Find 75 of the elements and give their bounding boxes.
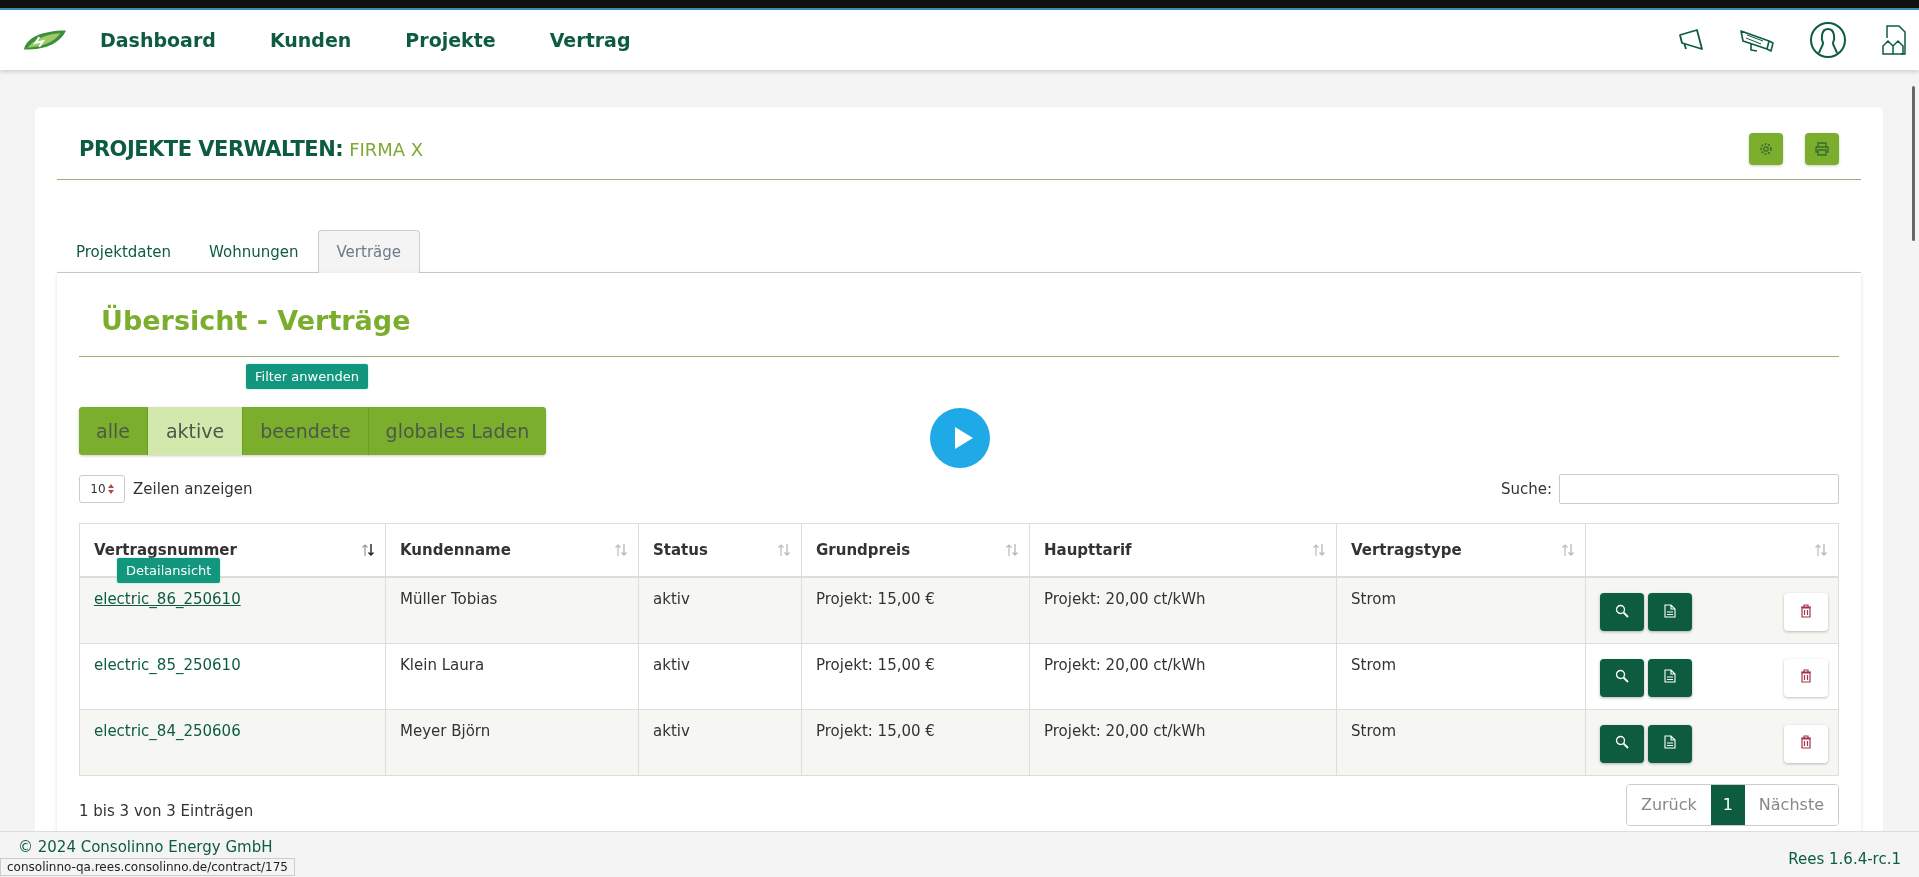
contract-link[interactable]: electric_85_250610	[94, 655, 241, 674]
nav-link[interactable]: Dashboard	[100, 29, 216, 51]
search-icon	[1615, 603, 1629, 618]
tooltip: Filter anwenden	[246, 364, 368, 389]
delete-button[interactable]	[1784, 724, 1828, 763]
page-title: PROJEKTE VERWALTEN:	[79, 137, 344, 161]
table-cell: Meyer Björn	[400, 721, 491, 740]
copyright-text: © 2024 Consolinno Energy GmbH	[18, 838, 273, 856]
print-button[interactable]	[1805, 133, 1839, 165]
table-info: 1 bis 3 von 3 Einträgen	[79, 800, 254, 820]
column-header[interactable]: Kundenname	[400, 541, 511, 559]
table-cell: Projekt: 20,00 ct/kWh	[1044, 590, 1206, 608]
contract-link[interactable]: electric_86_250610	[94, 590, 241, 608]
table-cell: Müller Tobias	[400, 590, 498, 608]
leaf-logo-icon[interactable]	[22, 28, 68, 52]
table-cell: Projekt: 15,00 €	[816, 590, 935, 608]
table-cell: Klein Laura	[400, 655, 485, 674]
trash-icon	[1800, 735, 1812, 749]
document-icon	[1664, 735, 1676, 749]
table-cell: aktiv	[653, 590, 690, 608]
document-icon	[1664, 603, 1676, 618]
trash-icon	[1800, 603, 1812, 618]
page-subtitle: FIRMA X	[349, 139, 424, 160]
table-cell: Strom	[1351, 590, 1397, 608]
tab[interactable]: Projektdaten	[57, 230, 191, 272]
document-button[interactable]	[1648, 593, 1692, 631]
filter-button[interactable]: aktive	[147, 407, 244, 455]
contract-link[interactable]: electric_84_250606	[94, 721, 241, 740]
view-button[interactable]	[1600, 658, 1644, 697]
table-cell: Projekt: 15,00 €	[816, 655, 935, 674]
search-icon	[1615, 669, 1629, 683]
nav-link[interactable]: Projekte	[405, 29, 496, 51]
section-title: Übersicht - Verträge	[79, 273, 1839, 357]
nav-link[interactable]: Kunden	[269, 29, 352, 51]
search-label: Suche:	[1500, 480, 1552, 498]
sort-icon[interactable]	[361, 543, 375, 557]
printer-icon	[1815, 142, 1829, 156]
view-button[interactable]	[1600, 593, 1644, 631]
view-button[interactable]	[1600, 724, 1644, 763]
user-icon[interactable]	[1809, 21, 1847, 59]
column-header[interactable]: Vertragsnummer	[94, 541, 237, 559]
play-button[interactable]	[930, 408, 990, 468]
document-button[interactable]	[1648, 658, 1692, 697]
column-header[interactable]: Status	[653, 541, 708, 559]
table-cell: aktiv	[653, 655, 690, 674]
scrollbar[interactable]	[1912, 86, 1915, 241]
document-button[interactable]	[1648, 724, 1692, 763]
table-cell: Projekt: 20,00 ct/kWh	[1044, 655, 1206, 674]
table-cell: Projekt: 15,00 €	[816, 721, 935, 740]
delete-button[interactable]	[1784, 593, 1828, 631]
gear-icon	[1759, 142, 1773, 156]
settings-button[interactable]	[1749, 133, 1783, 165]
search-icon	[1615, 735, 1629, 749]
tooltip: Detailansicht	[117, 558, 221, 583]
status-url: consolinno-qa.rees.consolinno.de/contract/175	[0, 858, 295, 876]
nav-link[interactable]: Vertrag	[549, 29, 631, 51]
page-size-select[interactable]: 10	[79, 475, 125, 503]
version-text: Rees 1.6.4-rc.1	[1788, 850, 1901, 868]
document-icon	[1664, 669, 1676, 683]
column-header[interactable]: Grundpreis	[816, 541, 911, 559]
table-cell: Strom	[1351, 721, 1397, 740]
search-field[interactable]	[1559, 474, 1839, 504]
trash-icon	[1800, 669, 1812, 683]
column-header[interactable]: Vertragstype	[1351, 541, 1462, 559]
table-cell: aktiv	[653, 721, 690, 740]
page-button[interactable]: 1	[1710, 784, 1745, 825]
house-document-icon[interactable]	[1881, 24, 1907, 56]
tab[interactable]: Wohnungen	[190, 230, 318, 272]
delete-button[interactable]	[1784, 658, 1828, 697]
sort-arrows-icon	[107, 484, 114, 494]
table-cell: Strom	[1351, 655, 1397, 674]
column-header[interactable]: Haupttarif	[1044, 541, 1132, 559]
table-cell: Projekt: 20,00 ct/kWh	[1044, 721, 1206, 740]
page-size-label: Zeilen anzeigen	[133, 480, 253, 498]
tab[interactable]: Verträge	[317, 230, 420, 273]
